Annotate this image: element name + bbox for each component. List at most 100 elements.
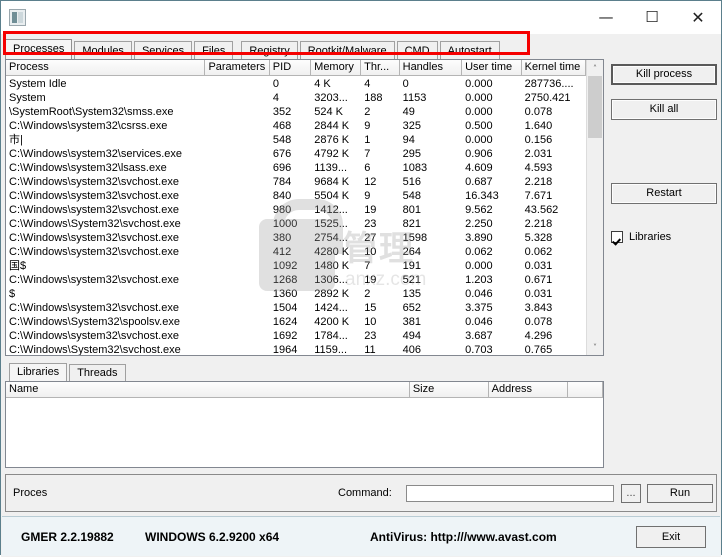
libraries-column-header[interactable]: Size	[409, 382, 489, 397]
scrollbar-track[interactable]	[587, 76, 603, 339]
exit-button[interactable]: Exit	[636, 525, 706, 548]
table-row[interactable]: $1360 2892 K 2 135 0.046 0.031	[6, 287, 586, 301]
libraries-checkbox[interactable]	[611, 231, 623, 243]
table-row[interactable]: C:\Windows\system32\svchost.exe 980 1412..…	[6, 203, 586, 217]
table-row[interactable]: C:\Windows\system32\csrss.exe 468 2844 K 9 3…	[6, 119, 586, 133]
table-row[interactable]: C:\Windows\System32\svchost.exe 1964 1159.…	[6, 343, 586, 355]
cell-pid: 1000	[272, 218, 298, 230]
browse-button[interactable]: ...	[621, 483, 641, 503]
cell-memory: 1480 K	[314, 260, 350, 272]
cell-kernel_time: 0.671	[524, 274, 553, 286]
kill-all-button[interactable]: Kill all	[611, 99, 717, 120]
cell-handles: 494	[402, 330, 422, 342]
scroll-up-icon[interactable]: ˄	[587, 60, 603, 76]
process-column-header[interactable]: PID	[269, 60, 312, 75]
table-row[interactable]: C:\Windows\System32\spoolsv.exe 1624 4200 …	[6, 315, 586, 329]
tab-files[interactable]: Files	[194, 41, 234, 59]
cell-threads: 9	[364, 120, 371, 132]
cell-pid: 548	[272, 134, 292, 146]
tab-processes[interactable]: Processes	[5, 39, 73, 59]
table-row[interactable]: \SystemRoot\System32\smss.exe 352 524 K 2 49…	[6, 105, 586, 119]
tab-services[interactable]: Services	[133, 41, 193, 59]
tab-libraries[interactable]: Libraries	[9, 363, 68, 381]
run-button[interactable]: Run	[647, 483, 713, 503]
cell-kernel_time: 0.031	[524, 260, 553, 272]
tab-autostart[interactable]: Autostart	[439, 41, 500, 59]
table-row[interactable]: C:\Windows\system32\svchost.exe 840 5504 K…	[6, 189, 586, 203]
table-row[interactable]: C:\Windows\system32\lsass.exe 696 1139... 6…	[6, 161, 586, 175]
cell-threads: 15	[364, 302, 377, 314]
cell-parameters	[206, 133, 270, 147]
cell-process: C:\Windows\system32\svchost.exe	[9, 190, 179, 202]
cell-user_time: 16.343	[465, 190, 499, 202]
cell-pid: 468	[272, 120, 292, 132]
cell-handles: 1598	[402, 232, 428, 244]
table-row[interactable]: C:\Windows\system32\svchost.exe 380 2754..…	[6, 231, 586, 245]
cell-user_time: 0.000	[465, 134, 493, 146]
tab-cmd[interactable]: CMD	[396, 41, 438, 59]
process-column-header[interactable]: Memory	[311, 60, 362, 75]
cell-threads: 10	[364, 316, 377, 328]
table-row[interactable]: System 4 3203... 188 1153 0.000 2750.421	[6, 91, 586, 105]
cell-process: C:\Windows\system32\lsass.exe	[9, 162, 167, 174]
libraries-column-header[interactable]	[567, 382, 604, 397]
cell-kernel_time: 7.671	[524, 190, 553, 202]
table-row[interactable]: C:\Windows\system32\svchost.exe 412 4280 K…	[6, 245, 586, 259]
window-controls: — ☐ ✕	[583, 1, 721, 34]
cell-memory: 2754...	[314, 232, 348, 244]
cell-threads: 7	[364, 260, 371, 272]
libraries-table-body[interactable]	[6, 398, 603, 467]
process-column-header[interactable]: Process	[6, 60, 206, 75]
cell-pid: 1504	[272, 302, 298, 314]
table-row[interactable]: C:\Windows\system32\svchost.exe 1268 1306.…	[6, 273, 586, 287]
cell-parameters	[206, 203, 270, 217]
cell-pid: 784	[272, 176, 292, 188]
cell-process: C:\Windows\system32\services.exe	[9, 148, 182, 160]
command-input[interactable]	[406, 484, 614, 502]
scrollbar-thumb[interactable]	[588, 76, 602, 138]
process-column-header[interactable]: Parameters	[205, 60, 270, 75]
libraries-list[interactable]: Name Size Address	[5, 381, 604, 468]
table-row[interactable]: 市| 548 2876 K 1 94 0.000 0.156	[6, 133, 586, 147]
process-table-body[interactable]: System Idle 0 4 K 4 0 0.000 287736.... System 4 3…	[6, 76, 586, 355]
process-column-header[interactable]: User time	[462, 60, 522, 75]
table-row[interactable]: C:\Windows\system32\svchost.exe 1504 1424.…	[6, 301, 586, 315]
cell-process: System	[9, 92, 46, 104]
cell-handles: 1083	[402, 162, 428, 174]
process-list[interactable]: Process Parameters PID Memory Thr... Handles U…	[5, 59, 604, 356]
kill-process-button[interactable]: Kill process	[611, 64, 717, 85]
table-row[interactable]: C:\Windows\System32\svchost.exe 1000 1525.…	[6, 217, 586, 231]
main-content: Process Parameters PID Memory Thr... Handles U…	[1, 59, 721, 468]
libraries-column-header[interactable]: Address	[488, 382, 568, 397]
table-row[interactable]: C:\Windows\system32\services.exe 676 4792 …	[6, 147, 586, 161]
table-row[interactable]: System Idle 0 4 K 4 0 0.000 287736....	[6, 77, 586, 91]
cell-handles: 801	[402, 204, 422, 216]
libraries-column-header[interactable]: Name	[6, 382, 410, 397]
process-column-header[interactable]: Handles	[399, 60, 463, 75]
minimize-button[interactable]: —	[583, 1, 629, 34]
libraries-checkbox-row[interactable]: Libraries	[611, 231, 717, 243]
cell-parameters	[206, 301, 270, 315]
close-button[interactable]: ✕	[675, 1, 721, 34]
process-column-header[interactable]: Thr...	[361, 60, 400, 75]
cell-pid: 1692	[272, 330, 298, 342]
cell-handles: 191	[402, 260, 422, 272]
process-column-header[interactable]: Kernel time	[521, 60, 586, 75]
restart-button[interactable]: Restart	[611, 183, 717, 204]
tab-rootkit-malware[interactable]: Rootkit/Malware	[299, 41, 395, 59]
cell-threads: 7	[364, 148, 371, 160]
tab-registry[interactable]: Registry	[241, 41, 298, 59]
tab-modules[interactable]: Modules	[74, 41, 132, 59]
cell-memory: 5504 K	[314, 190, 350, 202]
maximize-button[interactable]: ☐	[629, 1, 675, 34]
cell-user_time: 0.500	[465, 120, 493, 132]
cell-user_time: 0.062	[465, 246, 493, 258]
scroll-down-icon[interactable]: ˅	[587, 339, 603, 355]
table-row[interactable]: C:\Windows\system32\svchost.exe 784 9684 K…	[6, 175, 586, 189]
table-row[interactable]: C:\Windows\system32\svchost.exe 1692 1784.…	[6, 329, 586, 343]
process-list-scrollbar[interactable]: ˄ ˅	[586, 60, 603, 355]
table-row[interactable]: 国$ 1092 1480 K 7 191 0.000 0.031	[6, 259, 586, 273]
main-tabstrip: Processes Modules Services Files Registr…	[5, 38, 721, 59]
status-text: Proces	[13, 487, 48, 499]
tab-threads[interactable]: Threads	[69, 364, 126, 381]
